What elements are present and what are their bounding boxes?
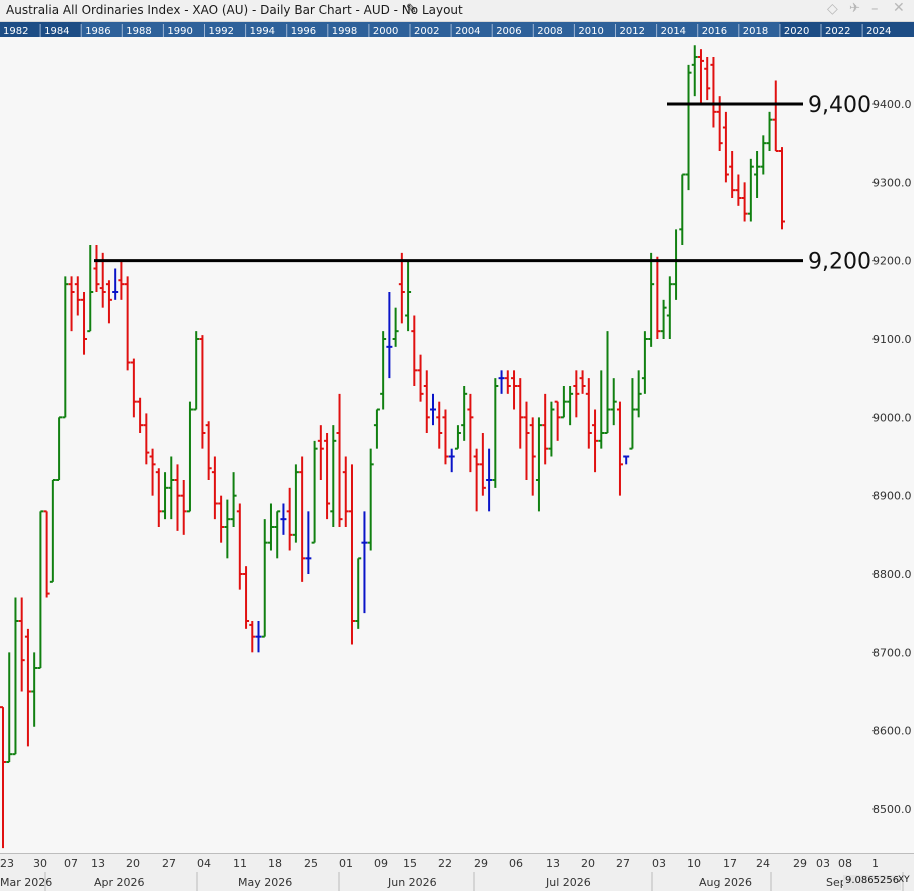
x-day-label: 18: [268, 857, 282, 870]
y-tick-label: 8500.0: [873, 803, 912, 816]
year-label: 1994: [250, 26, 275, 37]
year-label: 1990: [167, 26, 192, 37]
x-day-label: 30: [33, 857, 47, 870]
x-day-label: 23: [0, 857, 14, 870]
x-day-label: 08: [838, 857, 852, 870]
cursor-value-readout: 9.0865256: [843, 875, 902, 890]
y-tick-label: 8600.0: [873, 725, 912, 738]
x-day-label: 15: [403, 857, 417, 870]
x-day-label: 01: [339, 857, 353, 870]
year-label: 2020: [784, 26, 809, 37]
year-label: 2022: [825, 26, 850, 37]
x-day-label: 29: [793, 857, 807, 870]
x-day-label: 20: [581, 857, 595, 870]
year-navigator-strip[interactable]: 1982 1984 1986 1988 1990 1992 1994 1996 1998 2000…: [0, 22, 914, 37]
horizontal-line-label: 9,200: [808, 250, 871, 275]
x-day-label: 06: [509, 857, 523, 870]
y-tick-label: 8900.0: [873, 490, 912, 503]
x-month-label: Mar 2026: [0, 876, 52, 889]
x-day-label: 10: [687, 857, 701, 870]
year-label: 2006: [496, 26, 521, 37]
x-month-label: Jun 2026: [387, 876, 437, 889]
year-label: 2018: [743, 26, 768, 37]
year-label: 1984: [44, 26, 69, 37]
y-tick-label: 9200.0: [873, 255, 912, 268]
year-label: 2004: [455, 26, 480, 37]
x-day-label: 29: [474, 857, 488, 870]
y-tick-label: 9100.0: [873, 333, 912, 346]
x-month-label: Apr 2026: [94, 876, 145, 889]
x-day-label: 11: [233, 857, 247, 870]
year-label: 2002: [414, 26, 439, 37]
year-label: 1996: [291, 26, 316, 37]
x-day-label: 27: [616, 857, 630, 870]
x-day-label: 27: [162, 857, 176, 870]
x-day-label: 13: [91, 857, 105, 870]
diamond-icon[interactable]: ◇: [827, 1, 838, 17]
y-tick-label: 8700.0: [873, 646, 912, 659]
x-day-label: 17: [723, 857, 737, 870]
x-day-label: 09: [374, 857, 388, 870]
chart-title: Australia All Ordinaries Index - XAO (AU…: [6, 3, 463, 17]
year-label: 2000: [373, 26, 398, 37]
year-label: 1982: [3, 26, 28, 37]
year-label: 2008: [537, 26, 562, 37]
year-label: 1988: [126, 26, 151, 37]
pin-icon[interactable]: ✈: [849, 1, 860, 16]
year-label: 1986: [85, 26, 110, 37]
y-tick-label: 9400.0: [873, 98, 912, 111]
x-axis: 23 30 07 13 20 27 04 11 18 25 01 09 15 22 29 06 13 20 27 03…: [0, 853, 914, 891]
y-tick-label: 9000.0: [873, 411, 912, 424]
x-month-label: May 2026: [238, 876, 292, 889]
y-tick-label: 8800.0: [873, 568, 912, 581]
year-label: 1992: [209, 26, 234, 37]
x-month-label: Aug 2026: [699, 876, 752, 889]
price-chart[interactable]: 9,400 9,200 8500.0 8600.0 8700.0 8800.0 8900.…: [0, 37, 914, 853]
x-day-label: 24: [756, 857, 770, 870]
chart-title-bar: Australia All Ordinaries Index - XAO (AU…: [0, 0, 914, 22]
year-label: 2012: [620, 26, 645, 37]
minimize-icon[interactable]: –: [871, 0, 879, 17]
xy-mode-button[interactable]: XY: [898, 875, 910, 885]
pencil-icon[interactable]: ✎: [406, 2, 417, 17]
x-day-label: 25: [304, 857, 318, 870]
x-day-label: 13: [546, 857, 560, 870]
x-day-label: 1: [872, 857, 879, 870]
x-day-label: 04: [197, 857, 211, 870]
x-day-label: 07: [64, 857, 78, 870]
y-tick-label: 9300.0: [873, 176, 912, 189]
horizontal-line-label: 9,400: [808, 93, 871, 118]
close-icon[interactable]: ✕: [893, 0, 905, 16]
x-day-label: 03: [652, 857, 666, 870]
year-label: 2010: [578, 26, 603, 37]
year-label: 2024: [866, 26, 891, 37]
x-day-label: 03: [816, 857, 830, 870]
x-day-label: 20: [126, 857, 140, 870]
year-label: 2016: [702, 26, 727, 37]
year-label: 2014: [661, 26, 686, 37]
x-day-label: 22: [438, 857, 452, 870]
year-label: 1998: [332, 26, 357, 37]
x-month-label: Jul 2026: [545, 876, 591, 889]
